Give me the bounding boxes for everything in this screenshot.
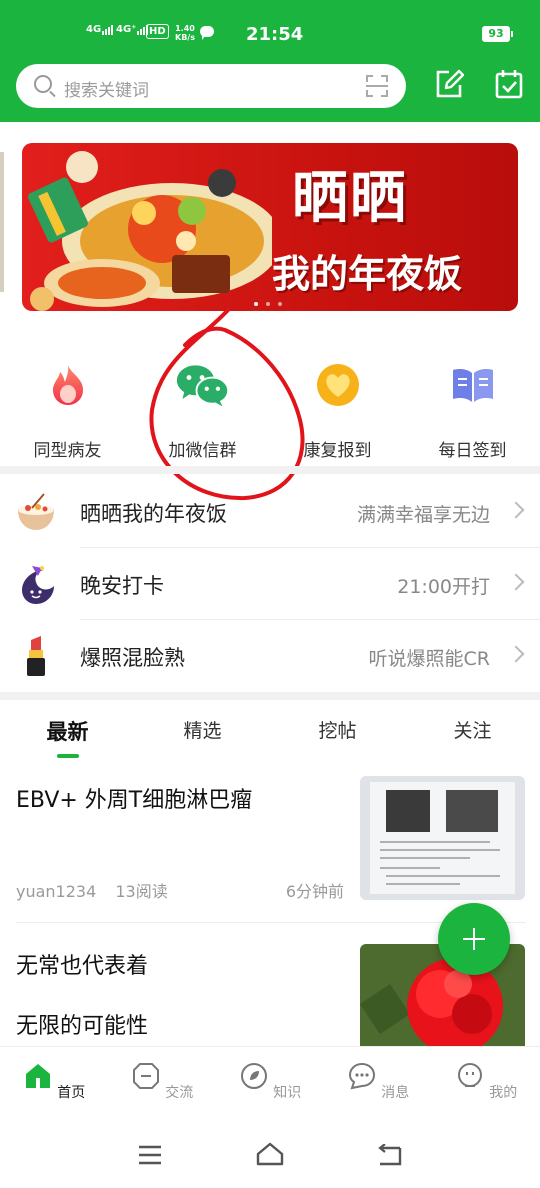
post-reads: 13阅读 — [115, 882, 168, 901]
topic-title: 爆照混脸熟 — [80, 646, 185, 670]
lipstick-icon — [27, 636, 45, 676]
flame-icon — [52, 365, 83, 405]
search-placeholder: 搜索关键词 — [64, 81, 149, 101]
tab-label: 最新 — [46, 720, 89, 744]
post-time: 6分钟前 — [285, 882, 344, 901]
create-post-button[interactable] — [438, 903, 510, 975]
nav-home[interactable]: 首页 — [0, 1061, 108, 1102]
topic-row-new-year-dinner[interactable]: 晒晒我的年夜饭 满满幸福享无边 — [0, 476, 540, 548]
bottom-navigation: 首页 交流 知识 消息 我的 — [0, 1046, 540, 1130]
tab-latest[interactable]: 最新 — [0, 716, 135, 758]
post-title: 无常也代表着 — [16, 954, 149, 979]
topic-subtitle: 21:00开打 — [397, 576, 490, 598]
tab-following[interactable]: 关注 — [405, 716, 540, 743]
message-notification-icon — [200, 26, 214, 40]
exchange-icon — [132, 1063, 159, 1089]
topic-subtitle: 满满幸福享无边 — [356, 504, 490, 526]
nav-profile[interactable]: 我的 — [432, 1061, 540, 1102]
speed-unit: KB/s — [175, 33, 195, 42]
active-tab-indicator — [56, 754, 79, 758]
search-bar[interactable]: 搜索关键词 — [16, 64, 406, 108]
nav-label: 首页 — [57, 1085, 86, 1101]
tab-label: 关注 — [453, 720, 492, 742]
topic-row-selfie[interactable]: 爆照混脸熟 听说爆照能CR — [0, 620, 540, 692]
quick-entry-similar-patients[interactable]: 同型病友 — [0, 362, 135, 461]
battery-indicator: 93 — [482, 26, 513, 42]
post-title-line2: 无限的可能性 — [16, 1014, 149, 1039]
nav-messages[interactable]: 消息 — [324, 1061, 432, 1102]
heart-icon — [316, 364, 359, 406]
food-illustration — [27, 151, 272, 311]
feed-tabs: 最新 精选 挖帖 关注 — [0, 706, 540, 758]
chevron-right-icon — [507, 573, 525, 591]
quick-entry-label: 每日签到 — [438, 441, 507, 461]
promo-banner[interactable]: 晒晒 我的年夜饭 — [22, 143, 518, 311]
top-header: 4G 4G⁺ HD 1.40 KB/s 21:54 93 搜索关键词 — [0, 0, 540, 122]
post-card[interactable]: EBV+ 外周T细胞淋巴瘤 yuan1234 13阅读 6分钟前 — [0, 760, 540, 920]
signal-1: 4G — [86, 24, 114, 35]
chevron-right-icon — [507, 501, 525, 519]
hd-badge: HD — [146, 24, 169, 39]
post-title: EBV+ 外周T细胞淋巴瘤 — [16, 788, 253, 813]
nav-label: 消息 — [381, 1085, 410, 1101]
tab-dig[interactable]: 挖帖 — [270, 716, 405, 743]
knowledge-icon — [240, 1063, 267, 1089]
nav-label: 知识 — [273, 1085, 302, 1101]
profile-icon — [457, 1063, 482, 1087]
post-author: yuan1234 — [16, 882, 97, 901]
moon-icon — [22, 566, 54, 604]
nav-label: 交流 — [165, 1085, 194, 1101]
topic-row-goodnight-checkin[interactable]: 晚安打卡 21:00开打 — [0, 548, 540, 620]
clock: 21:54 — [246, 24, 304, 45]
chevron-right-icon — [507, 645, 525, 663]
topic-subtitle: 听说爆照能CR — [368, 648, 490, 670]
signal-2: 4G⁺ — [116, 24, 149, 35]
nav-exchange[interactable]: 交流 — [108, 1061, 216, 1102]
back-icon[interactable] — [376, 1144, 404, 1166]
banner-title: 晒晒 — [292, 166, 408, 231]
quick-entry-label: 同型病友 — [33, 441, 102, 461]
system-nav-bar — [0, 1130, 540, 1188]
post-thumbnail[interactable] — [360, 776, 525, 900]
calendar-check-icon[interactable] — [494, 68, 524, 100]
nav-knowledge[interactable]: 知识 — [216, 1061, 324, 1102]
topic-title: 晚安打卡 — [80, 574, 164, 598]
network-type-2: 4G⁺ — [116, 24, 137, 35]
network-speed: 1.40 KB/s — [175, 24, 195, 42]
search-icon — [34, 75, 52, 93]
nav-label: 我的 — [489, 1085, 518, 1101]
tab-label: 挖帖 — [318, 720, 357, 742]
status-bar: 4G 4G⁺ HD 1.40 KB/s 21:54 93 — [0, 0, 540, 66]
section-divider — [0, 692, 540, 700]
quick-entry-daily-checkin[interactable]: 每日签到 — [405, 362, 540, 461]
edit-icon[interactable] — [434, 68, 464, 100]
topic-title: 晒晒我的年夜饭 — [80, 502, 227, 526]
home-icon — [25, 1064, 50, 1088]
tab-featured[interactable]: 精选 — [135, 716, 270, 743]
post-meta: yuan1234 13阅读 — [16, 878, 168, 902]
scan-icon[interactable] — [366, 75, 388, 97]
banner-subtitle: 我的年夜饭 — [272, 252, 463, 296]
network-type-1: 4G — [86, 24, 102, 35]
message-icon — [348, 1062, 375, 1090]
home-system-icon[interactable] — [256, 1142, 284, 1166]
tab-label: 精选 — [183, 720, 222, 742]
menu-icon[interactable] — [138, 1144, 162, 1166]
bowl-icon — [18, 493, 54, 530]
banner-prev-peek — [0, 152, 4, 292]
book-icon — [452, 369, 493, 402]
speed-value: 1.40 — [175, 24, 195, 33]
section-divider — [0, 466, 540, 474]
